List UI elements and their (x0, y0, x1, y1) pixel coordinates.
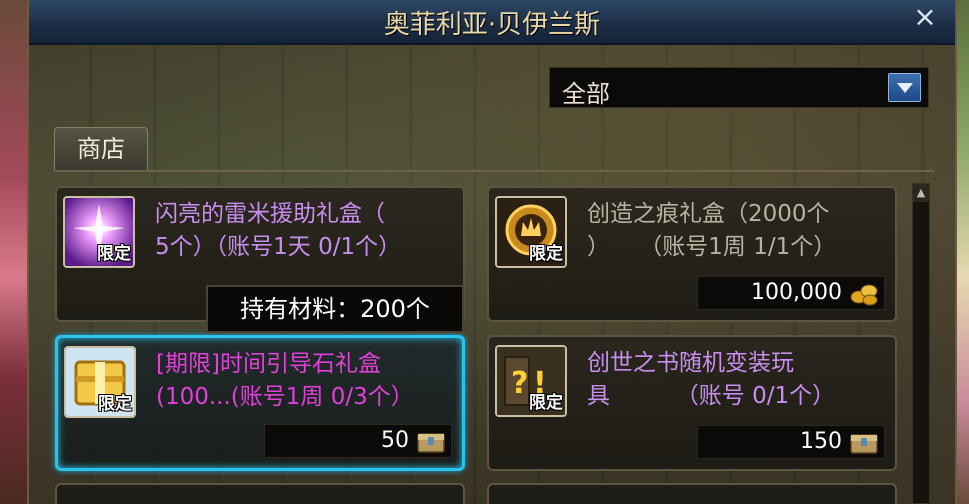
svg-text:?: ? (511, 366, 528, 401)
list-scrollbar[interactable]: ▲ (912, 183, 930, 504)
shop-item-card[interactable]: 限定 创造之痕礼盒（2000个 ） （账号1周 1/1个） 100,000 (487, 186, 897, 322)
tab-divider (54, 170, 934, 172)
limited-badge: 限定 (529, 393, 563, 413)
item-name: 创造之痕礼盒（2000个 ） （账号1周 1/1个） (587, 201, 837, 260)
item-name: 闪亮的雷米援助礼盒（ 5个）（账号1天 0/1个） (155, 201, 402, 260)
material-chest-icon (417, 433, 445, 453)
chevron-down-icon (897, 83, 913, 93)
close-button[interactable]: × (905, 0, 945, 36)
item-icon-frame: 限定 (495, 196, 567, 268)
shop-item-card-partial[interactable] (55, 483, 465, 504)
price-display: 150 (697, 425, 885, 459)
item-price: 150 (800, 429, 842, 454)
price-display: 50 (264, 424, 452, 458)
material-chest-icon (850, 434, 878, 454)
window-title: 奥菲利亚·贝伊兰斯 (383, 10, 601, 40)
item-icon-frame: 限定 (64, 346, 136, 418)
category-filter-dropdown[interactable]: 全部 (549, 67, 929, 108)
price-display: 100,000 (697, 276, 885, 310)
dropdown-selected-value: 全部 (562, 80, 610, 108)
limited-badge: 限定 (97, 244, 131, 264)
item-price: 100,000 (751, 280, 842, 305)
item-name: 创世之书随机变装玩 具 （账号 0/1个） (587, 350, 836, 409)
limited-badge: 限定 (98, 394, 132, 414)
item-price: 50 (381, 428, 409, 453)
shop-item-card[interactable]: ? ! 限定 创世之书随机变装玩 具 （账号 0/1个） 150 (487, 335, 897, 471)
title-bar[interactable]: 奥菲利亚·贝伊兰斯 × (29, 0, 955, 45)
item-icon-frame: ? ! 限定 (495, 345, 567, 417)
tab-shop[interactable]: 商店 (54, 127, 148, 171)
shop-item-card-selected[interactable]: 限定 [期限]时间引导石礼盒 (100...(账号1周 0/3个） 50 (55, 335, 465, 471)
close-icon: × (913, 0, 937, 33)
shop-item-card-partial[interactable] (487, 483, 897, 504)
limited-badge: 限定 (529, 244, 563, 264)
scroll-up-icon[interactable]: ▲ (913, 184, 929, 202)
dropdown-toggle-button[interactable] (888, 73, 921, 102)
material-count-tooltip: 持有材料：200个 (206, 285, 464, 333)
game-scene-left (0, 0, 30, 504)
item-name: [期限]时间引导石礼盒 (100...(账号1周 0/3个） (156, 351, 414, 410)
shop-window: 奥菲利亚·贝伊兰斯 × 全部 商店 限定 闪亮的雷米援助礼盒（ 5个）（账号1天… (27, 0, 957, 504)
gold-coins-icon (850, 284, 878, 306)
item-icon-frame: 限定 (63, 196, 135, 268)
